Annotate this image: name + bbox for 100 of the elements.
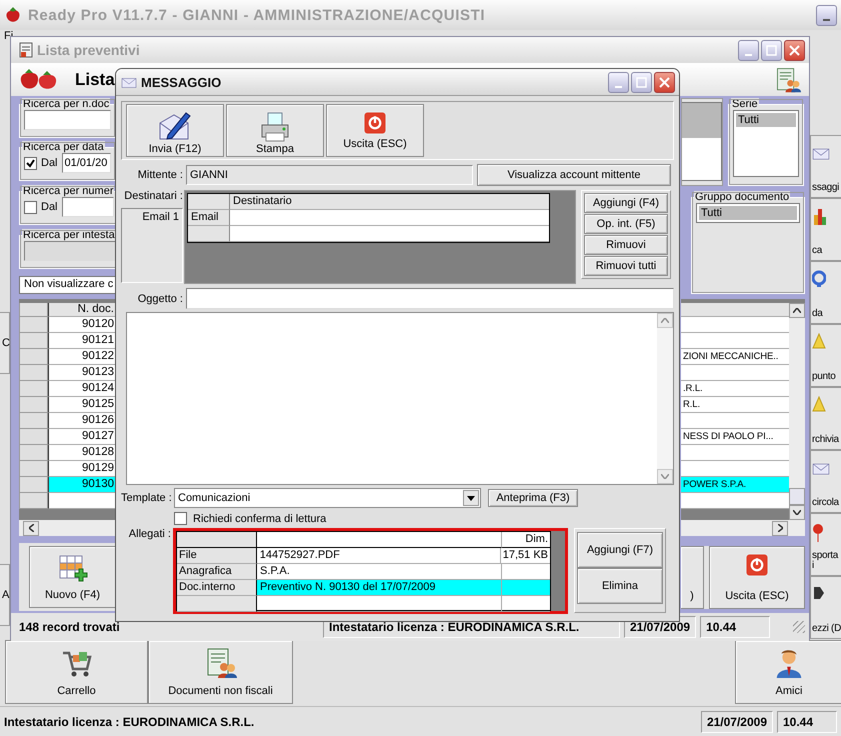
row-header[interactable]	[19, 461, 48, 477]
action-button[interactable]: Elimina	[577, 568, 663, 604]
column-header: N. doc.	[48, 303, 116, 317]
table-cell[interactable]: POWER S.P.A.	[681, 477, 789, 493]
minimize-button[interactable]	[608, 72, 629, 92]
minimize-button[interactable]	[816, 4, 837, 26]
scrollbar[interactable]	[789, 303, 805, 520]
row-header[interactable]	[19, 413, 48, 429]
scroll-right-button[interactable]	[772, 520, 788, 536]
sidebar-button[interactable]: ezzi (D	[810, 576, 841, 639]
table-cell[interactable]: 90121	[48, 333, 116, 349]
table-cell[interactable]	[681, 493, 789, 509]
sidebar-button[interactable]: ca	[810, 198, 841, 261]
row-header[interactable]	[19, 429, 48, 445]
table-cell[interactable]: 144752927.PDF	[256, 548, 501, 564]
table-cell[interactable]: 90129	[48, 461, 116, 477]
row-header[interactable]	[19, 317, 48, 333]
table-cell[interactable]	[681, 365, 789, 381]
dropdown-button[interactable]	[463, 490, 479, 506]
dropdown[interactable]: Non visualizzare c	[19, 276, 116, 294]
sidebar-button[interactable]: A	[0, 564, 10, 626]
table-cell[interactable]	[681, 413, 789, 429]
sidebar-button[interactable]: da	[810, 261, 841, 324]
row-header[interactable]	[19, 349, 48, 365]
view-account-button[interactable]: Visualizza account mittente	[477, 164, 671, 186]
toolbar-button[interactable]: )	[681, 546, 704, 609]
table-cell[interactable]: 90120	[48, 317, 116, 333]
sidebar-button[interactable]: rchivia	[810, 387, 841, 450]
table-cell[interactable]: 90126	[48, 413, 116, 429]
action-button[interactable]: Rimuovi	[584, 235, 668, 255]
toolbar-button[interactable]: Invia (F12)	[126, 104, 224, 157]
table-cell[interactable]: 90127	[48, 429, 116, 445]
table-cell[interactable]: R.L.	[681, 397, 789, 413]
action-button[interactable]: Aggiungi (F4)	[584, 193, 668, 213]
table-cell[interactable]	[257, 596, 502, 612]
row-header[interactable]	[19, 493, 48, 509]
checkbox[interactable]	[174, 512, 187, 525]
close-icon	[659, 76, 670, 88]
table-cell[interactable]	[681, 333, 789, 349]
row-header[interactable]	[19, 445, 48, 461]
toolbar-button[interactable]: Stampa	[226, 104, 324, 157]
exit-button[interactable]: Uscita (ESC)	[709, 546, 805, 609]
text-field[interactable]	[24, 110, 111, 130]
sidebar-button[interactable]: ssaggi	[810, 135, 841, 198]
new-button[interactable]: Nuovo (F4)	[29, 546, 116, 608]
scroll-up-button[interactable]	[789, 303, 805, 318]
table-cell[interactable]: 90123	[48, 365, 116, 381]
table-cell[interactable]: ZIONI MECCANICHE..	[681, 349, 789, 365]
table-cell[interactable]	[48, 493, 116, 509]
toolbar-button[interactable]: Uscita (ESC)	[326, 104, 424, 157]
date-field[interactable]: 01/01/20	[62, 153, 111, 173]
close-button[interactable]	[784, 40, 805, 60]
sidebar-button[interactable]: punto	[810, 324, 841, 387]
sender-field[interactable]: GIANNI	[186, 165, 473, 185]
date-field[interactable]	[62, 197, 114, 217]
scroll-left-button[interactable]	[23, 520, 39, 536]
table-cell[interactable]	[681, 445, 789, 461]
maximize-button[interactable]	[631, 72, 652, 92]
maximize-button[interactable]	[761, 40, 782, 60]
table-cell[interactable]: .R.L.	[681, 381, 789, 397]
action-button[interactable]: Op. int. (F5)	[584, 214, 668, 234]
table-cell[interactable]	[681, 461, 789, 477]
action-button[interactable]: Aggiungi (F7)	[577, 532, 663, 568]
table-cell[interactable]	[681, 317, 789, 333]
resize-grip[interactable]	[793, 621, 805, 633]
status-time: 10.44	[700, 616, 770, 638]
row-header[interactable]	[19, 477, 48, 493]
checkbox[interactable]	[24, 156, 37, 170]
sidebar-button[interactable]: circola	[810, 450, 841, 513]
table-cell[interactable]: 90130	[48, 477, 116, 493]
toolbar-button[interactable]: Carrello	[5, 640, 148, 704]
checkbox[interactable]	[24, 200, 37, 214]
action-button[interactable]: Rimuovi tutti	[584, 256, 668, 276]
list-item[interactable]: Email 1	[125, 211, 179, 223]
row-header[interactable]	[19, 397, 48, 413]
list-item[interactable]: Tutti	[736, 113, 796, 127]
table-cell[interactable]: 90125	[48, 397, 116, 413]
table-cell[interactable]: 90128	[48, 445, 116, 461]
table-cell[interactable]: Preventivo N. 90130 del 17/07/2009	[257, 580, 502, 596]
sidebar-button[interactable]: C	[0, 312, 10, 374]
toolbar-button[interactable]: Amici	[735, 640, 841, 704]
scrollbar[interactable]	[681, 520, 805, 536]
minimize-button[interactable]	[738, 40, 759, 60]
table-cell[interactable]: NESS DI PAOLO PI...	[681, 429, 789, 445]
scrollbar-thumb[interactable]	[789, 488, 805, 505]
table-cell[interactable]: 90124	[48, 381, 116, 397]
scrollbar[interactable]	[19, 520, 116, 536]
row-header[interactable]	[19, 333, 48, 349]
close-button[interactable]	[654, 72, 675, 92]
table-cell: Email	[188, 210, 230, 226]
table-cell[interactable]: 90122	[48, 349, 116, 365]
scroll-down-button[interactable]	[789, 505, 805, 520]
row-header[interactable]	[19, 365, 48, 381]
template-dropdown[interactable]: Comunicazioni	[174, 488, 481, 508]
sidebar-button[interactable]: sporta i	[810, 513, 841, 576]
subject-field[interactable]	[186, 288, 674, 309]
row-header[interactable]	[19, 381, 48, 397]
preview-button[interactable]: Anteprima (F3)	[488, 489, 578, 507]
toolbar-button[interactable]: Documenti non fiscali	[148, 640, 293, 704]
list-item[interactable]: Tutti	[699, 206, 797, 220]
